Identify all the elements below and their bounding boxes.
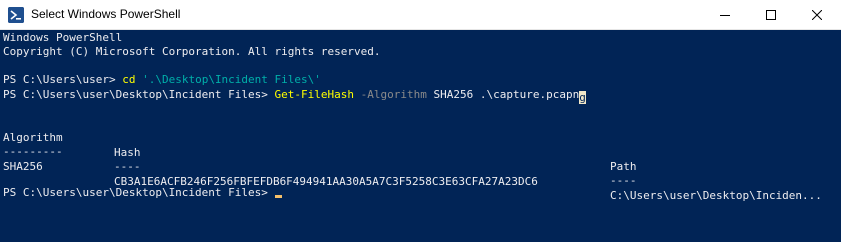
- cell-path: C:\Users\user\Desktop\Inciden...: [610, 189, 822, 203]
- minimize-icon: [720, 15, 730, 16]
- prompt: PS C:\Users\user\Desktop\Incident Files>: [3, 186, 275, 199]
- command-name: cd: [122, 73, 136, 86]
- maximize-button[interactable]: [748, 0, 794, 29]
- command-line-cd: PS C:\Users\user> cd '.\Desktop\Incident…: [3, 73, 321, 88]
- maximize-icon: [766, 10, 776, 20]
- command-name: Get-FileHash: [274, 88, 355, 101]
- console-output[interactable]: Windows PowerShell Copyright (C) Microso…: [3, 30, 837, 242]
- powershell-icon[interactable]: [8, 7, 24, 23]
- close-button[interactable]: [794, 0, 840, 29]
- text-cursor: [274, 195, 282, 198]
- minimize-button[interactable]: [702, 0, 748, 29]
- command-argument: '.\Desktop\Incident Files\': [135, 73, 321, 86]
- close-icon: [812, 10, 822, 20]
- banner-line: Windows PowerShell: [3, 31, 123, 44]
- selected-character: g: [579, 91, 587, 104]
- table-row: SHA256 CB3A1E6ACFB246F256FBFEFDB6F494941…: [3, 145, 837, 203]
- command-line-get-filehash: PS C:\Users\user\Desktop\Incident Files>…: [3, 88, 587, 104]
- copyright-line: Copyright (C) Microsoft Corporation. All…: [3, 45, 381, 58]
- command-arguments: SHA256 .\capture.pcapn: [426, 88, 580, 101]
- separator-path: ----: [610, 174, 637, 188]
- title-bar[interactable]: Select Windows PowerShell: [0, 0, 841, 30]
- prompt: PS C:\Users\user>: [3, 73, 123, 86]
- powershell-window: Select Windows PowerShell Windows PowerS…: [0, 0, 841, 242]
- current-prompt-line[interactable]: PS C:\Users\user\Desktop\Incident Files>: [3, 186, 282, 201]
- cell-algorithm: SHA256: [3, 159, 43, 173]
- prompt: PS C:\Users\user\Desktop\Incident Files>: [3, 88, 275, 101]
- column-header-path: Path: [610, 160, 637, 174]
- separator-hash: ----: [114, 159, 141, 173]
- window-title: Select Windows PowerShell: [31, 7, 181, 21]
- table-header-row: Algorithm Hash Path: [3, 116, 837, 174]
- table-separator-row: --------- ---- ----: [3, 130, 837, 188]
- command-parameter: -Algorithm: [354, 88, 427, 101]
